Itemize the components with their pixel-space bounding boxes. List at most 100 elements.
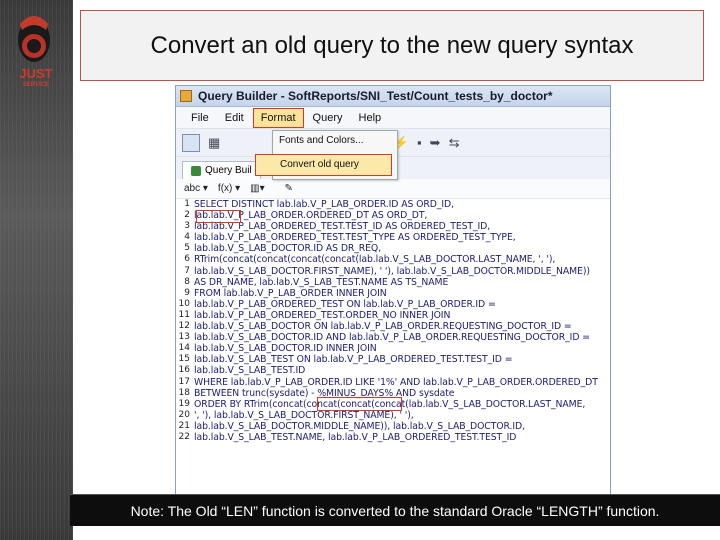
line-source: ', '), lab.lab.V_S_LAB_DOCTOR.FIRST_NAME… bbox=[194, 409, 414, 421]
line-number: 1 bbox=[184, 199, 190, 209]
code-line: 5 lab.lab.V_S_LAB_DOCTOR.ID AS DR_REQ, bbox=[176, 243, 610, 254]
import-icon[interactable]: ➥ bbox=[430, 135, 441, 151]
sql-editor[interactable]: 1 SELECT DISTINCT lab.lab.V_P_LAB_ORDER.I… bbox=[176, 199, 610, 443]
line-number: 15 bbox=[178, 354, 190, 365]
grid-icon[interactable]: ▦ bbox=[208, 135, 220, 151]
line-number: 5 bbox=[184, 243, 190, 254]
menu-file[interactable]: File bbox=[184, 109, 216, 127]
note-banner: Note: The Old “LEN” function is converte… bbox=[70, 494, 720, 526]
line-number: 17 bbox=[178, 376, 190, 387]
line-number: 8 bbox=[184, 276, 190, 287]
code-line: 2 lab.lab.V_P_LAB_ORDER.ORDERED_DT AS ORD… bbox=[176, 210, 610, 221]
layout-button[interactable] bbox=[182, 133, 200, 152]
menu-convert-old-query[interactable]: Convert old query bbox=[255, 154, 392, 176]
menu-edit[interactable]: Edit bbox=[218, 109, 251, 127]
line-number: 2 bbox=[184, 210, 190, 221]
line-number: 20 bbox=[178, 409, 190, 420]
pencil-icon[interactable]: ✎ bbox=[285, 183, 293, 194]
highlight-minus-days bbox=[317, 397, 402, 411]
menu-fonts-colors[interactable]: Fonts and Colors... bbox=[273, 131, 397, 153]
line-source: lab.lab.V_P_LAB_ORDERED_TEST.TEST_ID AS … bbox=[194, 221, 491, 233]
line-source: lab.lab.V_S_LAB_DOCTOR.ID INNER JOIN bbox=[194, 343, 377, 355]
code-line: 16 lab.lab.V_S_LAB_TEST.ID bbox=[176, 365, 610, 376]
line-number: 9 bbox=[184, 287, 190, 298]
code-line: 9 FROM lab.lab.V_P_LAB_ORDER INNER JOIN bbox=[176, 288, 610, 299]
menu-help[interactable]: Help bbox=[352, 109, 389, 127]
line-number: 10 bbox=[178, 298, 190, 309]
line-number: 6 bbox=[184, 254, 190, 265]
code-line: 17 WHERE lab.lab.V_P_LAB_ORDER.ID LIKE '1… bbox=[176, 377, 610, 388]
code-line: 14 lab.lab.V_S_LAB_DOCTOR.ID INNER JOIN bbox=[176, 343, 610, 354]
menubar: File Edit Format Query Help bbox=[176, 107, 610, 129]
function-dropdown[interactable]: f(x) ▾ bbox=[218, 183, 240, 194]
code-line: 8 AS DR_NAME, lab.lab.V_S_LAB_TEST.NAME A… bbox=[176, 277, 610, 288]
code-line: 4 lab.lab.V_P_LAB_ORDERED_TEST.TEST_TYPE … bbox=[176, 232, 610, 243]
line-source: RTrim(concat(concat(concat(concat(lab.la… bbox=[194, 254, 556, 266]
line-source: lab.lab.V_S_LAB_DOCTOR.ID AND lab.lab.V_… bbox=[194, 332, 590, 344]
query-builder-icon bbox=[191, 165, 201, 176]
query-builder-window: Query Builder - SoftReports/SNI_Test/Cou… bbox=[175, 85, 611, 500]
line-number: 18 bbox=[178, 387, 190, 398]
slide-title: Convert an old query to the new query sy… bbox=[150, 31, 634, 59]
window-titlebar: Query Builder - SoftReports/SNI_Test/Cou… bbox=[176, 86, 610, 107]
code-line: 13 lab.lab.V_S_LAB_DOCTOR.ID AND lab.lab.… bbox=[176, 332, 610, 343]
line-source: FROM lab.lab.V_P_LAB_ORDER INNER JOIN bbox=[194, 287, 387, 299]
code-line: 10 lab.lab.V_P_LAB_ORDERED_TEST ON lab.la… bbox=[176, 299, 610, 310]
code-line: 15 lab.lab.V_S_LAB_TEST ON lab.lab.V_P_LA… bbox=[176, 354, 610, 365]
menu-format[interactable]: Format bbox=[252, 107, 304, 128]
line-number: 22 bbox=[178, 431, 190, 442]
slide: JUST SERVICE Convert an old query to the… bbox=[0, 0, 720, 540]
highlight-lab-lab bbox=[196, 210, 241, 223]
tab-query-builder[interactable]: Query Buil bbox=[182, 161, 261, 179]
code-line: 6 RTrim(concat(concat(concat(concat(lab.l… bbox=[176, 254, 610, 265]
line-source: lab.lab.V_S_LAB_TEST.NAME, lab.lab.V_P_L… bbox=[194, 431, 517, 443]
line-source: lab.lab.V_S_LAB_DOCTOR.FIRST_NAME), ' ')… bbox=[194, 265, 590, 277]
line-source: BETWEEN trunc(sysdate) - %MINUS_DAYS% AN… bbox=[194, 387, 455, 399]
line-source: lab.lab.V_S_LAB_DOCTOR.ID AS DR_REQ, bbox=[194, 243, 382, 255]
line-number: 11 bbox=[178, 309, 190, 320]
line-number: 19 bbox=[178, 398, 190, 409]
line-number: 13 bbox=[178, 332, 190, 343]
logo-emblem-icon bbox=[18, 16, 50, 62]
line-source: lab.lab.V_P_LAB_ORDERED_TEST ON lab.lab.… bbox=[194, 298, 496, 310]
line-source: WHERE lab.lab.V_P_LAB_ORDER.ID LIKE '1%'… bbox=[194, 376, 598, 388]
side-decoration: JUST SERVICE bbox=[0, 0, 73, 540]
line-number: 4 bbox=[184, 232, 190, 243]
app-icon bbox=[180, 90, 192, 102]
line-source: lab.lab.V_S_LAB_TEST ON lab.lab.V_P_LAB_… bbox=[194, 354, 513, 366]
line-source: lab.lab.V_P_LAB_ORDERED_TEST.TEST_TYPE A… bbox=[194, 232, 516, 244]
line-number: 7 bbox=[184, 265, 190, 276]
line-source: lab.lab.V_S_LAB_DOCTOR.MIDDLE_NAME)), la… bbox=[194, 420, 525, 432]
menu-query[interactable]: Query bbox=[306, 109, 350, 127]
table-dropdown[interactable]: ▥▾ bbox=[250, 183, 274, 194]
line-source: lab.lab.V_S_LAB_TEST.ID bbox=[194, 365, 306, 377]
code-line: 20 ', '), lab.lab.V_S_LAB_DOCTOR.FIRST_NA… bbox=[176, 410, 610, 421]
line-source: lab.lab.V_P_LAB_ORDERED_TEST.ORDER_NO IN… bbox=[194, 309, 451, 321]
tab-label: Query Buil bbox=[205, 165, 252, 176]
editor-toolbar: abc ▾ f(x) ▾ ▥▾ ✎ bbox=[176, 179, 610, 199]
line-number: 16 bbox=[178, 365, 190, 376]
line-source: SELECT DISTINCT lab.lab.V_P_LAB_ORDER.ID… bbox=[194, 199, 454, 210]
code-line: 3 lab.lab.V_P_LAB_ORDERED_TEST.TEST_ID AS… bbox=[176, 221, 610, 232]
window-title: Query Builder - SoftReports/SNI_Test/Cou… bbox=[198, 89, 553, 103]
format-dropdown: Fonts and Colors... Convert old query bbox=[255, 130, 398, 180]
export-icon[interactable]: ⇆ bbox=[449, 135, 460, 151]
line-number: 21 bbox=[178, 420, 190, 431]
save-icon[interactable]: ▪ bbox=[417, 135, 422, 150]
table-dropdown-arrow: ▾ bbox=[259, 183, 265, 194]
logo-text: JUST bbox=[19, 66, 53, 81]
logo-subtext: SERVICE bbox=[22, 82, 50, 88]
code-line: 1 SELECT DISTINCT lab.lab.V_P_LAB_ORDER.I… bbox=[176, 199, 610, 210]
line-number: 12 bbox=[178, 321, 190, 332]
line-source: AS DR_NAME, lab.lab.V_S_LAB_TEST.NAME AS… bbox=[194, 276, 449, 288]
spellcheck-dropdown[interactable]: abc ▾ bbox=[184, 183, 208, 194]
code-line: 7 lab.lab.V_S_LAB_DOCTOR.FIRST_NAME), ' '… bbox=[176, 266, 610, 277]
code-line: 22 lab.lab.V_S_LAB_TEST.NAME, lab.lab.V_P… bbox=[176, 432, 610, 443]
code-line: 12 lab.lab.V_S_LAB_DOCTOR ON lab.lab.V_P_… bbox=[176, 321, 610, 332]
title-box: Convert an old query to the new query sy… bbox=[80, 10, 704, 81]
code-line: 11 lab.lab.V_P_LAB_ORDERED_TEST.ORDER_NO … bbox=[176, 310, 610, 321]
line-source: lab.lab.V_P_LAB_ORDER.ORDERED_DT AS ORD_… bbox=[194, 210, 428, 222]
line-number: 14 bbox=[178, 343, 190, 354]
line-source: lab.lab.V_S_LAB_DOCTOR ON lab.lab.V_P_LA… bbox=[194, 321, 572, 333]
line-source: ORDER BY RTrim(concat(concat(concat(conc… bbox=[194, 398, 586, 410]
